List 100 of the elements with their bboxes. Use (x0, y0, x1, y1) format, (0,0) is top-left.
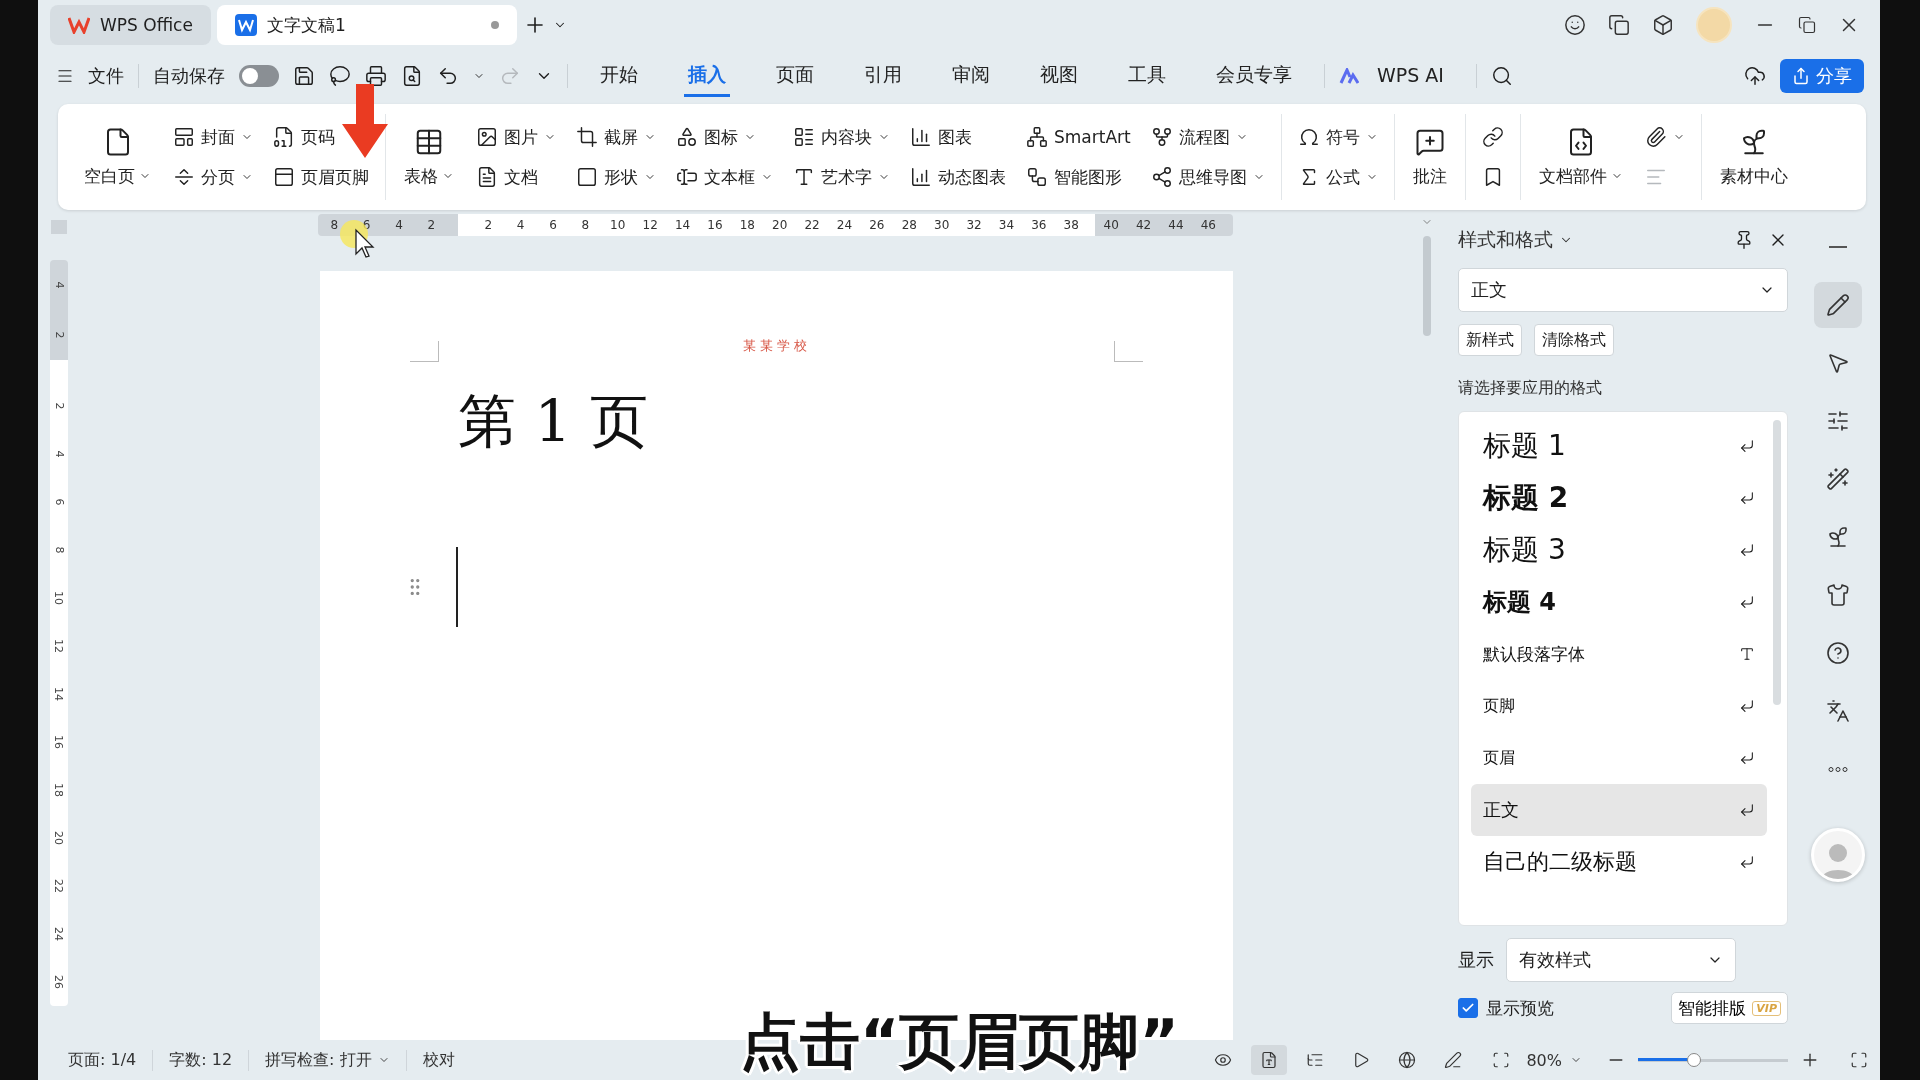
ribbon-button[interactable]: 形状 (570, 160, 662, 194)
paragraph-return-icon (1739, 802, 1755, 818)
style-item[interactable]: 标题 4 (1471, 576, 1767, 628)
material-icon (1826, 525, 1850, 549)
ribbon-tab[interactable]: 页面 (772, 55, 818, 97)
ribbon-button[interactable]: 图片 (470, 120, 562, 154)
ribbon-button[interactable]: 文档部件 (1530, 114, 1631, 200)
print-icon[interactable] (365, 65, 387, 87)
ribbon-tab[interactable]: 审阅 (948, 55, 994, 97)
paragraph-return-icon (1739, 854, 1755, 870)
ribbon-button[interactable]: 动态图表 (904, 160, 1012, 194)
search-icon[interactable] (1490, 65, 1513, 87)
share-icon (1792, 67, 1810, 85)
undo-icon[interactable] (437, 65, 459, 87)
ribbon-button[interactable]: 分页 (167, 160, 259, 194)
ribbon-tab[interactable]: 插入 (684, 55, 730, 97)
ribbon-button[interactable]: 文档 (470, 160, 544, 194)
ruler-number: 16 (51, 735, 67, 749)
ribbon-tab[interactable]: 工具 (1124, 55, 1170, 97)
style-item[interactable]: 标题 1 (1471, 420, 1767, 472)
save-icon[interactable] (293, 65, 315, 87)
ribbon-button[interactable]: 符号 (1291, 120, 1384, 154)
show-label: 显示 (1458, 948, 1494, 972)
ribbon-tab[interactable]: 开始 (596, 55, 642, 97)
video-caption: 点击“页眉页脚” (740, 1005, 1179, 1078)
style-item[interactable]: 默认段落字体 (1471, 628, 1767, 680)
file-menu[interactable]: 文件 (88, 64, 124, 88)
style-button[interactable]: 新样式 (1458, 324, 1522, 356)
document-tab[interactable]: WPS Office (50, 5, 211, 45)
ribbon-button[interactable]: 截屏 (570, 120, 662, 154)
autosave-toggle[interactable] (239, 65, 279, 87)
ribbon-button[interactable]: 表格 (396, 114, 462, 200)
ribbon-button[interactable]: 批注 (1404, 114, 1455, 200)
ribbon-tab[interactable]: 引用 (860, 55, 906, 97)
shirt-icon (1826, 583, 1850, 607)
panel-title[interactable]: 样式和格式 (1458, 227, 1573, 253)
diagram-icon (1026, 166, 1048, 188)
document-tab[interactable]: 文字文稿1 (216, 5, 517, 45)
cube-icon[interactable] (1652, 14, 1674, 36)
share-button[interactable]: 分享 (1780, 59, 1864, 93)
windows-icon[interactable] (1608, 14, 1630, 36)
ribbon-button[interactable]: 公式 (1291, 160, 1384, 194)
ruler-number: 2 (51, 331, 67, 339)
style-item[interactable]: 自己的二级标题 (1471, 836, 1767, 888)
print-preview-icon[interactable] (401, 65, 423, 87)
ribbon-button[interactable]: SmartArt (1020, 120, 1137, 154)
page-view-button[interactable] (1251, 1045, 1288, 1075)
smart-layout-button[interactable]: 智能排版 VIP (1671, 992, 1788, 1024)
style-item[interactable]: 页眉 (1471, 732, 1767, 784)
ribbon-button[interactable]: 图表 (904, 120, 978, 154)
ruler-number: 14 (673, 218, 692, 232)
pointer-icon (1826, 351, 1850, 375)
cover-page-icon (173, 126, 195, 148)
paragraph-return-icon (1739, 490, 1755, 506)
ribbon-button[interactable]: 页码 (267, 120, 341, 154)
ribbon-button[interactable]: 图标 (670, 120, 762, 154)
menu-icon[interactable] (56, 67, 74, 85)
ribbon-tab[interactable]: 会员专享 (1212, 55, 1296, 97)
scrollbar-thumb[interactable] (1423, 236, 1431, 336)
ribbon-button[interactable]: 页眉页脚 (267, 160, 375, 194)
ribbon-button[interactable]: 素材中心 (1711, 114, 1796, 200)
ribbon-button[interactable]: 智能图形 (1020, 160, 1128, 194)
zoom-select[interactable]: 80% (1526, 1050, 1582, 1070)
style-item[interactable]: 页脚 (1471, 680, 1767, 732)
magic-wand-icon (1826, 467, 1850, 491)
style-item[interactable]: 标题 2 (1471, 472, 1767, 524)
paragraph-return-icon (1739, 750, 1755, 766)
preview-checkbox[interactable]: 显示预览 (1458, 996, 1554, 1020)
ruler-number: 30 (933, 218, 951, 232)
cloud-upload-icon[interactable] (1744, 65, 1766, 87)
fullscreen-icon[interactable] (1850, 1051, 1868, 1069)
style-item[interactable]: 标题 3 (1471, 524, 1767, 576)
shapes-icon (676, 126, 698, 148)
ribbon-button[interactable]: 空白页 (76, 114, 159, 200)
pencil-button[interactable] (1814, 282, 1862, 328)
show-select[interactable]: 有效样式 (1506, 938, 1736, 982)
fit-page-icon[interactable] (1492, 1051, 1511, 1069)
restore-icon[interactable] (1798, 16, 1816, 34)
scrollbar-thumb[interactable] (1773, 420, 1781, 705)
ribbon-button[interactable]: 艺术字 (787, 160, 896, 194)
ribbon-button[interactable]: 思维导图 (1144, 160, 1271, 194)
header-footer-icon (273, 166, 295, 188)
ruler-number: 44 (1167, 218, 1185, 232)
style-select[interactable]: 正文 (1458, 268, 1788, 312)
ribbon-tab[interactable]: WPS AI (1373, 57, 1448, 95)
ruler-number: 6 (361, 218, 372, 232)
ribbon-tab[interactable]: 视图 (1036, 55, 1082, 97)
status-text[interactable]: 拼写检查: 打开 (249, 1049, 407, 1071)
ruler-number: 40 (1102, 218, 1120, 232)
outline-icon (1306, 1051, 1325, 1069)
face-icon[interactable] (1564, 14, 1586, 36)
ribbon-button[interactable]: 封面 (167, 120, 259, 154)
ribbon-button[interactable]: 文本框 (670, 160, 779, 194)
lasso-icon[interactable] (329, 65, 351, 87)
style-item[interactable]: 正文 (1471, 784, 1767, 836)
ribbon-button[interactable]: 流程图 (1144, 120, 1254, 154)
status-text[interactable]: 校对 (406, 1049, 471, 1071)
style-button[interactable]: 清除格式 (1534, 324, 1614, 356)
ribbon-button[interactable]: 内容块 (787, 120, 896, 154)
chart-icon (910, 166, 932, 188)
